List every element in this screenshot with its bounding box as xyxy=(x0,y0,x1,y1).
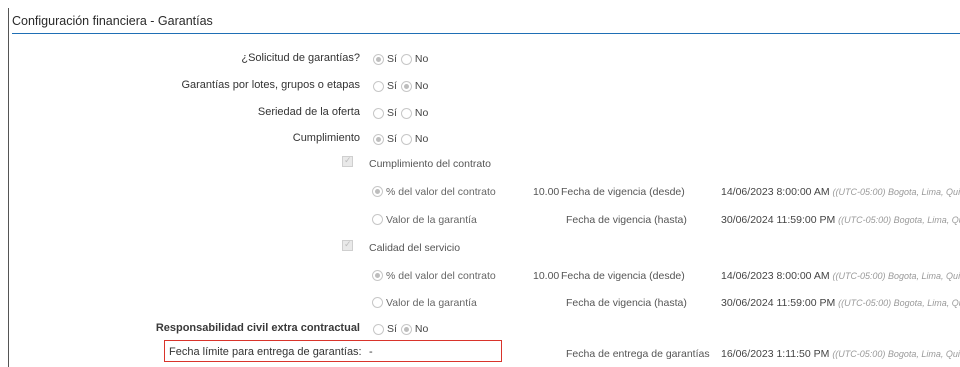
timezone: ((UTC-05:00) Bogota, Lima, Quit xyxy=(838,215,960,225)
question-label: Garantías por lotes, grupos o etapas xyxy=(181,79,360,91)
calidad-hasta-label: Fecha de vigencia (hasta) xyxy=(566,297,687,309)
radio-no[interactable] xyxy=(400,53,412,65)
radio-group: Sí No xyxy=(373,78,432,94)
timezone: ((UTC-05:00) Bogota, Lima, Quito xyxy=(832,187,960,197)
cumplimiento-hasta-value: 30/06/2024 11:59:00 PM ((UTC-05:00) Bogo… xyxy=(721,214,960,226)
section-title: Configuración financiera - Garantías xyxy=(12,14,213,28)
radio-si-label: Sí xyxy=(387,323,397,335)
radio-si-label: Sí xyxy=(387,53,397,65)
cumplimiento-contrato-checkbox[interactable] xyxy=(342,155,353,167)
radio-si[interactable] xyxy=(373,53,384,65)
radio-no-label: No xyxy=(414,80,429,92)
question-label: Seriedad de la oferta xyxy=(257,106,360,118)
radio-value[interactable] xyxy=(372,297,383,308)
radio-si[interactable] xyxy=(373,80,384,92)
radio-si-label: Sí xyxy=(387,107,397,119)
radio-group: Sí No xyxy=(373,321,432,337)
cumplimiento-percent-value: 10.00 xyxy=(533,186,560,198)
cumplimiento-hasta-label: Fecha de vigencia (hasta) xyxy=(566,214,687,226)
date-value: 14/06/2023 8:00:00 AM xyxy=(721,186,830,198)
calidad-servicio-checkbox[interactable] xyxy=(342,239,353,251)
fecha-entrega-label: Fecha de entrega de garantías xyxy=(566,348,710,360)
radio-si[interactable] xyxy=(373,323,384,335)
radio-percent[interactable] xyxy=(372,186,383,197)
question-label: Responsabilidad civil extra contractual xyxy=(155,322,360,334)
radio-si[interactable] xyxy=(373,133,384,145)
option-percent-label: % del valor del contrato xyxy=(386,270,496,282)
question-solicitud-garantias: ¿Solicitud de garantías? Sí No xyxy=(0,51,960,67)
radio-group: Sí No xyxy=(373,51,432,67)
question-cumplimiento: Cumplimiento Sí No xyxy=(0,131,960,147)
cumplimiento-desde-label: Fecha de vigencia (desde) xyxy=(561,186,685,198)
radio-no-label: No xyxy=(414,323,429,335)
calidad-servicio-label: Calidad del servicio xyxy=(369,242,461,254)
cumplimiento-desde-value: 14/06/2023 8:00:00 AM ((UTC-05:00) Bogot… xyxy=(721,186,960,198)
question-label: ¿Solicitud de garantías? xyxy=(241,52,360,64)
fecha-limite-value: - xyxy=(369,346,373,358)
radio-group: Sí No xyxy=(373,105,432,121)
radio-no[interactable] xyxy=(400,133,412,145)
title-divider xyxy=(12,33,960,34)
date-value: 30/06/2024 11:59:00 PM xyxy=(721,214,836,226)
radio-no[interactable] xyxy=(400,323,412,335)
timezone: ((UTC-05:00) Bogota, Lima, Quit xyxy=(838,298,960,308)
question-responsabilidad-civil: Responsabilidad civil extra contractual … xyxy=(0,321,960,337)
radio-si-label: Sí xyxy=(387,80,397,92)
fecha-limite-label: Fecha límite para entrega de garantías: xyxy=(169,346,362,358)
radio-value[interactable] xyxy=(372,214,383,225)
radio-si-label: Sí xyxy=(387,133,397,145)
timezone: ((UTC-05:00) Bogota, Lima, Quito xyxy=(832,349,960,359)
option-value-label: Valor de la garantía xyxy=(386,214,477,226)
option-value-label: Valor de la garantía xyxy=(386,297,477,309)
timezone: ((UTC-05:00) Bogota, Lima, Quito xyxy=(832,271,960,281)
date-value: 14/06/2023 8:00:00 AM xyxy=(721,270,830,282)
question-garantias-lotes: Garantías por lotes, grupos o etapas Sí … xyxy=(0,78,960,94)
radio-no[interactable] xyxy=(400,107,412,119)
calidad-desde-label: Fecha de vigencia (desde) xyxy=(561,270,685,282)
radio-group: Sí No xyxy=(373,131,432,147)
radio-no-label: No xyxy=(414,107,429,119)
calidad-hasta-value: 30/06/2024 11:59:00 PM ((UTC-05:00) Bogo… xyxy=(721,297,960,309)
date-value: 16/06/2023 1:11:50 PM xyxy=(721,348,830,360)
fecha-entrega-value: 16/06/2023 1:11:50 PM ((UTC-05:00) Bogot… xyxy=(721,348,960,360)
date-value: 30/06/2024 11:59:00 PM xyxy=(721,297,836,309)
calidad-percent-value: 10.00 xyxy=(533,270,560,282)
radio-percent[interactable] xyxy=(372,270,383,281)
calidad-desde-value: 14/06/2023 8:00:00 AM ((UTC-05:00) Bogot… xyxy=(721,270,960,282)
radio-si[interactable] xyxy=(373,107,384,119)
radio-no[interactable] xyxy=(400,80,412,92)
radio-no-label: No xyxy=(414,133,429,145)
cumplimiento-contrato-label: Cumplimiento del contrato xyxy=(369,158,491,170)
option-percent-label: % del valor del contrato xyxy=(386,186,496,198)
radio-no-label: No xyxy=(414,53,429,65)
question-seriedad-oferta: Seriedad de la oferta Sí No xyxy=(0,105,960,121)
question-label: Cumplimiento xyxy=(292,132,360,144)
